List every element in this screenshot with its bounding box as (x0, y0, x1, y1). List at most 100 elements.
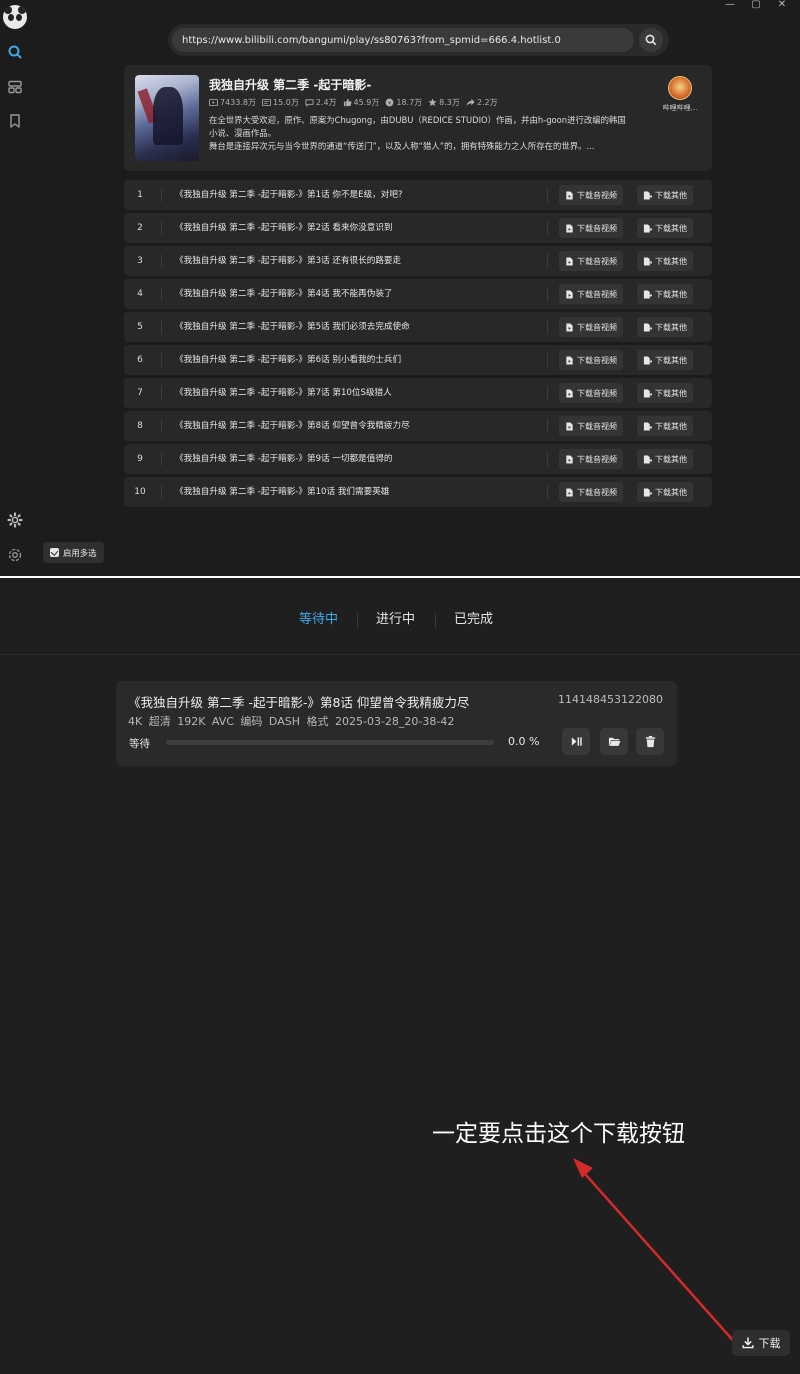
download-av-button[interactable]: 下载音视频 (559, 218, 623, 238)
url-input[interactable] (172, 28, 634, 52)
episode-number: 5 (137, 322, 143, 332)
uploader-avatar[interactable] (668, 76, 692, 100)
open-folder-button[interactable] (600, 728, 628, 755)
url-search-bar (168, 24, 669, 56)
video-stats: 7433.8万 15.0万 2.4万 45.9万 ¥ 18.7万 8.3万 2.… (209, 97, 498, 108)
column-divider (161, 485, 162, 499)
bookmark-icon[interactable] (6, 112, 24, 130)
search-button[interactable] (639, 28, 663, 52)
episode-row[interactable]: 8 《我独自升级 第二季 -起于暗影-》第8话 仰望曾令我精疲力尽 下载音视频 下载其… (124, 411, 712, 441)
play-pause-button[interactable] (562, 728, 590, 755)
download-av-button[interactable]: 下载音视频 (559, 449, 623, 469)
download-other-button[interactable]: 下载其他 (637, 317, 693, 337)
column-divider (161, 254, 162, 268)
column-divider (547, 188, 548, 202)
download-av-button[interactable]: 下载音视频 (559, 482, 623, 502)
episode-title: 《我独自升级 第二季 -起于暗影-》第1话 你不是E级，对吧? (175, 190, 403, 200)
uploader-name: 哔哩哔哩... (662, 104, 698, 112)
trash-icon (645, 735, 655, 748)
cover-image[interactable] (135, 75, 199, 161)
tab-waiting[interactable]: 等待中 (299, 612, 338, 628)
download-av-button[interactable]: 下载音视频 (559, 350, 623, 370)
checkbox-icon[interactable] (50, 548, 59, 557)
episode-title: 《我独自升级 第二季 -起于暗影-》第6话 别小看我的士兵们 (175, 355, 402, 365)
column-divider (547, 320, 548, 334)
download-other-button[interactable]: 下载其他 (637, 350, 693, 370)
minimize-button[interactable]: — (720, 0, 740, 12)
file-other-icon (643, 223, 652, 233)
layers-icon[interactable] (6, 78, 24, 96)
column-divider (547, 485, 548, 499)
search-icon[interactable] (6, 43, 24, 61)
download-av-button[interactable]: 下载音视频 (559, 317, 623, 337)
download-av-button[interactable]: 下载音视频 (559, 383, 623, 403)
download-other-button[interactable]: 下载其他 (637, 449, 693, 469)
episode-title: 《我独自升级 第二季 -起于暗影-》第2话 看来你没意识到 (175, 223, 393, 233)
download-other-button[interactable]: 下载其他 (637, 416, 693, 436)
play-pause-icon (571, 737, 582, 746)
view-count: 7433.8万 (209, 97, 256, 108)
video-info-card: 我独自升级 第二季 -起于暗影- 7433.8万 15.0万 2.4万 45.9… (124, 65, 712, 171)
tab-divider (435, 613, 436, 628)
download-task-card: 《我独自升级 第二季 -起于暗影-》第8话 仰望曾令我精疲力尽 11414845… (116, 681, 677, 766)
settings-icon[interactable] (6, 546, 24, 564)
comment-icon (305, 99, 314, 107)
download-av-button[interactable]: 下载音视频 (559, 284, 623, 304)
delete-task-button[interactable] (636, 728, 664, 755)
download-other-button[interactable]: 下载其他 (637, 482, 693, 502)
episode-title: 《我独自升级 第二季 -起于暗影-》第5话 我们必须去完成使命 (175, 322, 410, 332)
download-other-button[interactable]: 下载其他 (637, 218, 693, 238)
folder-icon (608, 737, 620, 746)
download-av-button[interactable]: 下载音视频 (559, 416, 623, 436)
download-other-button[interactable]: 下载其他 (637, 383, 693, 403)
panda-avatar-icon[interactable] (3, 5, 27, 29)
episode-title: 《我独自升级 第二季 -起于暗影-》第3话 还有很长的路要走 (175, 256, 402, 266)
download-av-button[interactable]: 下载音视频 (559, 185, 623, 205)
tab-in-progress[interactable]: 进行中 (376, 612, 415, 628)
download-av-button[interactable]: 下载音视频 (559, 251, 623, 271)
episode-row[interactable]: 2 《我独自升级 第二季 -起于暗影-》第2话 看来你没意识到 下载音视频 下载其他 (124, 213, 712, 243)
episode-row[interactable]: 6 《我独自升级 第二季 -起于暗影-》第6话 别小看我的士兵们 下载音视频 下载其他 (124, 345, 712, 375)
gear-icon[interactable] (6, 511, 24, 529)
close-button[interactable]: ✕ (772, 0, 792, 12)
column-divider (547, 287, 548, 301)
episode-row[interactable]: 1 《我独自升级 第二季 -起于暗影-》第1话 你不是E级，对吧? 下载音视频 下载其… (124, 180, 712, 210)
episode-number: 10 (134, 487, 146, 497)
episode-row[interactable]: 9 《我独自升级 第二季 -起于暗影-》第9话 一切都是值得的 下载音视频 下载其他 (124, 444, 712, 474)
multi-select-toggle[interactable]: 启用多选 (43, 542, 104, 563)
episode-number: 7 (137, 388, 143, 398)
danmaku-icon (262, 98, 271, 107)
file-other-icon (643, 487, 652, 497)
maximize-button[interactable]: ▢ (746, 0, 766, 12)
task-progress-text: 0.0 % (508, 735, 540, 748)
danmaku-count: 15.0万 (262, 97, 299, 108)
episode-row[interactable]: 4 《我独自升级 第二季 -起于暗影-》第4话 我不能再伪装了 下载音视频 下载其他 (124, 279, 712, 309)
column-divider (161, 386, 162, 400)
tabs-underline (0, 654, 800, 655)
file-other-icon (643, 256, 652, 266)
download-other-button[interactable]: 下载其他 (637, 284, 693, 304)
episode-row[interactable]: 7 《我独自升级 第二季 -起于暗影-》第7话 第10位S级猎人 下载音视频 下载其他 (124, 378, 712, 408)
download-tabs: 等待中 进行中 已完成 (0, 612, 800, 632)
video-description: 在全世界大受欢迎，原作、原案为Chugong，由DUBU（REDICE STUD… (209, 115, 626, 151)
file-other-icon (643, 322, 652, 332)
episode-row[interactable]: 10 《我独自升级 第二季 -起于暗影-》第10话 我们需要英雄 下载音视频 下载其他 (124, 477, 712, 507)
video-file-icon (566, 289, 573, 299)
share-icon (466, 98, 475, 107)
column-divider (547, 221, 548, 235)
episode-number: 8 (137, 421, 143, 431)
episode-row[interactable]: 3 《我独自升级 第二季 -起于暗影-》第3话 还有很长的路要走 下载音视频 下载其他 (124, 246, 712, 276)
sidebar (0, 0, 30, 576)
episode-row[interactable]: 5 《我独自升级 第二季 -起于暗影-》第5话 我们必须去完成使命 下载音视频 下载其… (124, 312, 712, 342)
download-other-button[interactable]: 下载其他 (637, 185, 693, 205)
download-icon (742, 1337, 753, 1349)
favorite-count: 8.3万 (428, 97, 460, 108)
download-other-button[interactable]: 下载其他 (637, 251, 693, 271)
episode-number: 9 (137, 454, 143, 464)
column-divider (161, 419, 162, 433)
download-button[interactable]: 下载 (732, 1330, 790, 1356)
file-other-icon (643, 388, 652, 398)
star-icon (428, 98, 437, 107)
tab-completed[interactable]: 已完成 (454, 612, 493, 628)
file-other-icon (643, 421, 652, 431)
